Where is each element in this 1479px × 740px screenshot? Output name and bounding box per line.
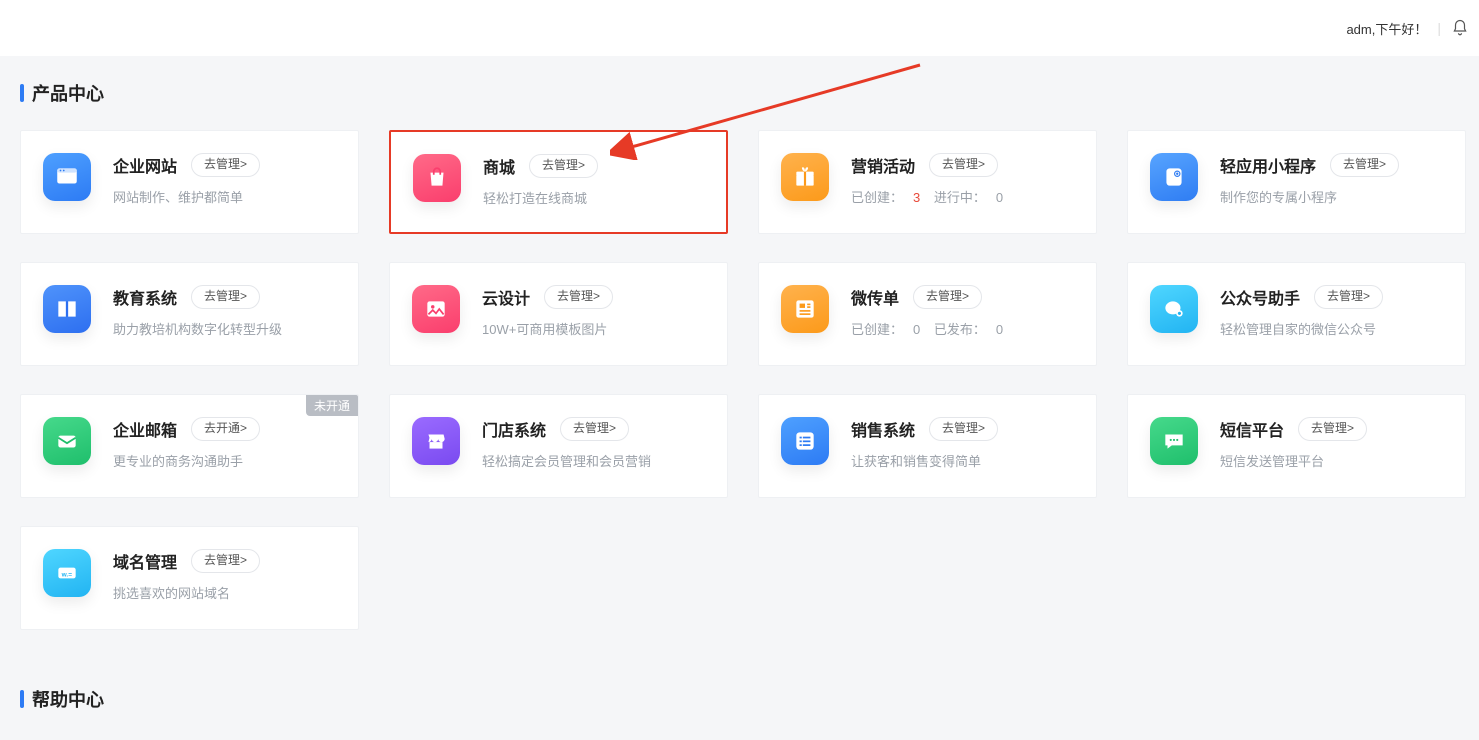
card-desc: 轻松搞定会员管理和会员营销 xyxy=(482,451,709,470)
card-desc: 轻松打造在线商城 xyxy=(483,188,708,207)
image-icon xyxy=(412,285,460,333)
product-grid: 企业网站 去管理> 网站制作、维护都简单 商城 去管理> 轻松打造在线商城 xyxy=(20,130,1479,630)
news-icon xyxy=(781,285,829,333)
title-bar-icon xyxy=(20,84,24,102)
card-desc: 短信发送管理平台 xyxy=(1220,451,1447,470)
card-sales[interactable]: 销售系统 去管理> 让获客和销售变得简单 xyxy=(758,394,1097,498)
manage-button[interactable]: 去管理> xyxy=(1314,285,1383,309)
card-title: 销售系统 xyxy=(851,417,915,441)
card-desc: 已创建：3 进行中：0 xyxy=(851,187,1078,206)
topbar: adm,下午好！ | xyxy=(0,0,1479,56)
card-title: 域名管理 xyxy=(113,549,177,573)
book-icon xyxy=(43,285,91,333)
card-title: 门店系统 xyxy=(482,417,546,441)
domain-icon: w.= xyxy=(43,549,91,597)
card-desc: 挑选喜欢的网站域名 xyxy=(113,583,340,602)
section-title-text: 帮助中心 xyxy=(32,686,104,712)
manage-button[interactable]: 去管理> xyxy=(1330,153,1399,177)
card-sms[interactable]: 短信平台 去管理> 短信发送管理平台 xyxy=(1127,394,1466,498)
card-desc: 让获客和销售变得简单 xyxy=(851,451,1078,470)
open-button[interactable]: 去开通> xyxy=(191,417,260,441)
bell-icon[interactable] xyxy=(1451,19,1469,37)
manage-button[interactable]: 去管理> xyxy=(560,417,629,441)
card-desc: 网站制作、维护都简单 xyxy=(113,187,340,206)
card-website[interactable]: 企业网站 去管理> 网站制作、维护都简单 xyxy=(20,130,359,234)
mail-icon xyxy=(43,417,91,465)
card-title: 云设计 xyxy=(482,285,530,309)
svg-text:w.=: w.= xyxy=(61,571,73,578)
wechat-icon xyxy=(1150,285,1198,333)
card-desc: 已创建：0 已发布：0 xyxy=(851,319,1078,338)
manage-button[interactable]: 去管理> xyxy=(529,154,598,178)
gift-icon xyxy=(781,153,829,201)
manage-button[interactable]: 去管理> xyxy=(929,153,998,177)
section-title-products: 产品中心 xyxy=(20,80,1479,106)
website-icon xyxy=(43,153,91,201)
card-store[interactable]: 门店系统 去管理> 轻松搞定会员管理和会员营销 xyxy=(389,394,728,498)
list-icon xyxy=(781,417,829,465)
manage-button[interactable]: 去管理> xyxy=(544,285,613,309)
card-desc: 10W+可商用模板图片 xyxy=(482,319,709,338)
card-title: 商城 xyxy=(483,154,515,178)
card-title: 短信平台 xyxy=(1220,417,1284,441)
manage-button[interactable]: 去管理> xyxy=(191,549,260,573)
shopping-bag-icon xyxy=(413,154,461,202)
section-title-help: 帮助中心 xyxy=(20,686,1479,712)
manage-button[interactable]: 去管理> xyxy=(191,153,260,177)
card-mall[interactable]: 商城 去管理> 轻松打造在线商城 xyxy=(389,130,728,234)
card-title: 轻应用小程序 xyxy=(1220,153,1316,177)
chat-icon xyxy=(1150,417,1198,465)
card-title: 教育系统 xyxy=(113,285,177,309)
card-mail[interactable]: 未开通 企业邮箱 去开通> 更专业的商务沟通助手 xyxy=(20,394,359,498)
status-badge: 未开通 xyxy=(306,395,358,416)
card-design[interactable]: 云设计 去管理> 10W+可商用模板图片 xyxy=(389,262,728,366)
storefront-icon xyxy=(412,417,460,465)
greeting-text: adm,下午好！ xyxy=(1346,19,1427,38)
card-wechat-helper[interactable]: 公众号助手 去管理> 轻松管理自家的微信公众号 xyxy=(1127,262,1466,366)
card-title: 企业网站 xyxy=(113,153,177,177)
card-desc: 助力教培机构数字化转型升级 xyxy=(113,319,340,338)
card-desc: 更专业的商务沟通助手 xyxy=(113,451,340,470)
manage-button[interactable]: 去管理> xyxy=(1298,417,1367,441)
card-title: 微传单 xyxy=(851,285,899,309)
card-miniapp[interactable]: 轻应用小程序 去管理> 制作您的专属小程序 xyxy=(1127,130,1466,234)
card-education[interactable]: 教育系统 去管理> 助力教培机构数字化转型升级 xyxy=(20,262,359,366)
title-bar-icon xyxy=(20,690,24,708)
page: 产品中心 企业网站 去管理> 网站制作、维护都简单 商城 xyxy=(0,56,1479,712)
card-title: 企业邮箱 xyxy=(113,417,177,441)
card-desc: 轻松管理自家的微信公众号 xyxy=(1220,319,1447,338)
card-title: 营销活动 xyxy=(851,153,915,177)
manage-button[interactable]: 去管理> xyxy=(191,285,260,309)
card-desc: 制作您的专属小程序 xyxy=(1220,187,1447,206)
miniapp-icon xyxy=(1150,153,1198,201)
manage-button[interactable]: 去管理> xyxy=(929,417,998,441)
card-flyer[interactable]: 微传单 去管理> 已创建：0 已发布：0 xyxy=(758,262,1097,366)
card-marketing[interactable]: 营销活动 去管理> 已创建：3 进行中：0 xyxy=(758,130,1097,234)
card-domain[interactable]: w.= 域名管理 去管理> 挑选喜欢的网站域名 xyxy=(20,526,359,630)
divider: | xyxy=(1437,20,1441,36)
card-title: 公众号助手 xyxy=(1220,285,1300,309)
section-title-text: 产品中心 xyxy=(32,80,104,106)
manage-button[interactable]: 去管理> xyxy=(913,285,982,309)
